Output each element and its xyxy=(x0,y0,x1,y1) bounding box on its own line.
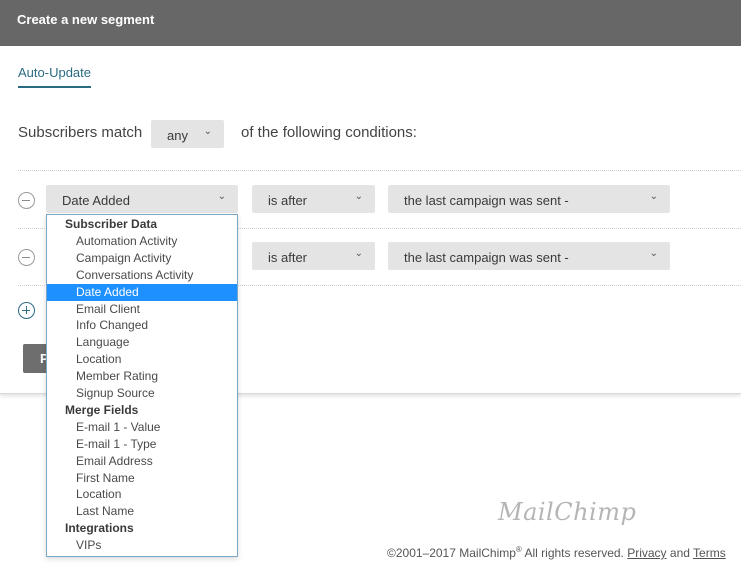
field-dropdown-list: Subscriber Data Automation Activity Campai… xyxy=(46,214,238,557)
dropdown-option[interactable]: First Name xyxy=(47,470,237,487)
divider xyxy=(18,170,741,171)
rights-text: All rights reserved. xyxy=(521,546,624,560)
dropdown-option[interactable]: VIPs xyxy=(47,537,237,554)
terms-link[interactable]: Terms xyxy=(693,546,726,560)
condition-value-text: the last campaign was sent - xyxy=(404,250,569,265)
chevron-down-icon: ⌄ xyxy=(217,191,226,202)
match-select[interactable]: any ⌄ xyxy=(151,120,224,148)
condition-value-select[interactable]: the last campaign was sent - ⌄ xyxy=(388,185,670,213)
condition-operator-value: is after xyxy=(268,250,308,265)
match-tail-label: of the following conditions: xyxy=(241,124,417,141)
dropdown-option[interactable]: Member Rating xyxy=(47,368,237,385)
chevron-down-icon: ⌄ xyxy=(354,191,363,202)
chevron-down-icon: ⌄ xyxy=(649,248,658,259)
mailchimp-logo: MailChimp xyxy=(498,498,637,526)
dropdown-group-label: Merge Fields xyxy=(65,402,139,417)
dropdown-option[interactable]: Email Client xyxy=(47,301,237,318)
dropdown-option[interactable]: Signup Source xyxy=(47,385,237,402)
remove-condition-icon[interactable] xyxy=(18,192,35,209)
match-select-value: any xyxy=(167,128,188,143)
dropdown-group-label: Subscriber Data xyxy=(65,217,158,231)
copyright-text: ©2001–2017 MailChimp xyxy=(387,546,516,560)
add-condition-icon[interactable] xyxy=(18,302,35,319)
modal-title: Create a new segment xyxy=(17,12,155,27)
chevron-down-icon: ⌄ xyxy=(649,191,658,202)
condition-field-select[interactable]: Date Added ⌄ xyxy=(46,185,238,213)
condition-value-select[interactable]: the last campaign was sent - ⌄ xyxy=(388,242,670,270)
dropdown-option[interactable]: Info Changed xyxy=(47,317,237,334)
privacy-link[interactable]: Privacy xyxy=(627,546,666,560)
dropdown-option[interactable]: Email Address xyxy=(47,453,237,470)
chevron-down-icon: ⌄ xyxy=(203,126,212,137)
dropdown-option[interactable]: Date Added xyxy=(47,283,237,301)
dropdown-option[interactable]: E-mail 1 - Value xyxy=(47,419,237,436)
footer: ©2001–2017 MailChimp® All rights reserve… xyxy=(387,545,726,560)
dropdown-option[interactable]: Campaign Activity xyxy=(47,250,237,267)
chevron-down-icon: ⌄ xyxy=(354,248,363,259)
condition-operator-value: is after xyxy=(268,193,308,208)
condition-value-text: the last campaign was sent - xyxy=(404,193,569,208)
dropdown-option[interactable]: Automation Activity xyxy=(47,233,237,250)
condition-field-value: Date Added xyxy=(62,193,130,208)
dropdown-option[interactable]: Location xyxy=(47,351,237,368)
condition-operator-select[interactable]: is after ⌄ xyxy=(252,185,375,213)
dropdown-option[interactable]: E-mail 1 - Type xyxy=(47,436,237,453)
match-label: Subscribers match xyxy=(18,124,143,141)
and-text: and xyxy=(666,546,694,560)
dropdown-option[interactable]: Location xyxy=(47,486,237,503)
modal-header: Create a new segment xyxy=(0,0,741,46)
dropdown-group-label: Integrations xyxy=(65,521,134,536)
remove-condition-icon[interactable] xyxy=(18,249,35,266)
dropdown-option[interactable]: Last Name xyxy=(47,503,237,520)
dropdown-option[interactable]: Language xyxy=(47,334,237,351)
condition-operator-select[interactable]: is after ⌄ xyxy=(252,242,375,270)
dropdown-option[interactable]: Conversations Activity xyxy=(47,267,237,284)
tab-auto-update[interactable]: Auto-Update xyxy=(18,65,91,88)
